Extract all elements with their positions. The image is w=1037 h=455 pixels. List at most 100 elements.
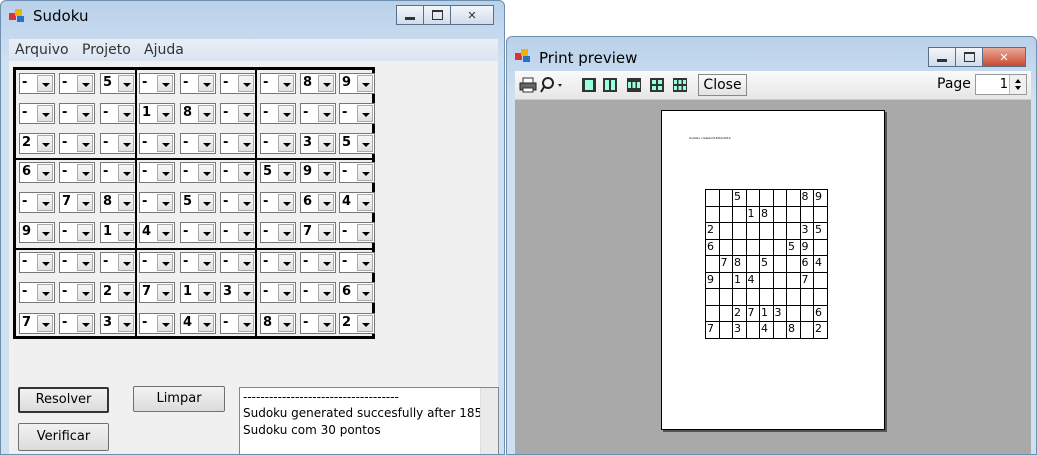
chevron-down-icon[interactable] <box>118 224 134 241</box>
chevron-down-icon[interactable] <box>278 254 294 271</box>
chevron-down-icon[interactable] <box>198 75 214 92</box>
chevron-down-icon[interactable] <box>37 135 53 152</box>
chevron-down-icon[interactable] <box>77 75 93 92</box>
resolver-button[interactable]: Resolver <box>18 387 109 413</box>
chevron-down-icon[interactable] <box>318 105 334 122</box>
cell-combobox[interactable]: - <box>260 103 296 124</box>
one-page-icon[interactable] <box>581 77 597 93</box>
cell-combobox[interactable]: - <box>300 282 336 303</box>
cell-combobox[interactable]: - <box>180 162 216 183</box>
chevron-down-icon[interactable] <box>278 164 294 181</box>
zoom-icon[interactable] <box>540 77 564 93</box>
cell-combobox[interactable]: - <box>260 252 296 273</box>
cell-combobox[interactable]: - <box>339 103 375 124</box>
cell-combobox[interactable]: - <box>339 162 375 183</box>
chevron-down-icon[interactable] <box>357 135 373 152</box>
chevron-down-icon[interactable] <box>198 105 214 122</box>
cell-combobox[interactable]: - <box>260 133 296 154</box>
cell-combobox[interactable]: - <box>220 313 256 334</box>
cell-combobox[interactable]: - <box>19 192 55 213</box>
close-button[interactable]: ✕ <box>450 5 494 25</box>
cell-combobox[interactable]: - <box>300 313 336 334</box>
chevron-down-icon[interactable] <box>238 135 254 152</box>
cell-combobox[interactable]: - <box>139 133 175 154</box>
chevron-down-icon[interactable] <box>157 254 173 271</box>
cell-combobox[interactable]: - <box>220 162 256 183</box>
cell-combobox[interactable]: - <box>260 192 296 213</box>
cell-combobox[interactable]: 6 <box>339 282 375 303</box>
cell-combobox[interactable]: 2 <box>100 282 136 303</box>
chevron-down-icon[interactable] <box>278 194 294 211</box>
cell-combobox[interactable]: - <box>19 73 55 94</box>
cell-combobox[interactable]: 8 <box>100 192 136 213</box>
chevron-down-icon[interactable] <box>318 194 334 211</box>
six-pages-icon[interactable] <box>672 77 688 93</box>
cell-combobox[interactable]: - <box>139 192 175 213</box>
chevron-down-icon[interactable] <box>37 254 53 271</box>
chevron-down-icon[interactable] <box>37 75 53 92</box>
cell-combobox[interactable]: 8 <box>300 73 336 94</box>
chevron-down-icon[interactable] <box>198 164 214 181</box>
page-number-spinner[interactable]: 1 <box>975 74 1027 95</box>
chevron-down-icon[interactable] <box>357 75 373 92</box>
chevron-down-icon[interactable] <box>37 315 53 332</box>
chevron-down-icon[interactable] <box>318 75 334 92</box>
chevron-down-icon[interactable] <box>157 194 173 211</box>
cell-combobox[interactable]: - <box>220 133 256 154</box>
cell-combobox[interactable]: 7 <box>300 222 336 243</box>
cell-combobox[interactable]: - <box>260 73 296 94</box>
cell-combobox[interactable]: - <box>260 282 296 303</box>
chevron-down-icon[interactable] <box>118 315 134 332</box>
cell-combobox[interactable]: - <box>59 103 95 124</box>
chevron-down-icon[interactable] <box>318 224 334 241</box>
cell-combobox[interactable]: 4 <box>339 192 375 213</box>
cell-combobox[interactable]: 7 <box>139 282 175 303</box>
chevron-down-icon[interactable] <box>278 284 294 301</box>
chevron-down-icon[interactable] <box>77 224 93 241</box>
cell-combobox[interactable]: - <box>220 252 256 273</box>
cell-combobox[interactable]: 5 <box>180 192 216 213</box>
chevron-down-icon[interactable] <box>77 284 93 301</box>
cell-combobox[interactable]: - <box>59 252 95 273</box>
chevron-down-icon[interactable] <box>118 284 134 301</box>
chevron-down-icon[interactable] <box>278 75 294 92</box>
cell-combobox[interactable]: - <box>220 222 256 243</box>
chevron-down-icon[interactable] <box>77 194 93 211</box>
cell-combobox[interactable]: - <box>59 282 95 303</box>
cell-combobox[interactable]: 5 <box>260 162 296 183</box>
cell-combobox[interactable]: - <box>100 103 136 124</box>
chevron-down-icon[interactable] <box>198 194 214 211</box>
chevron-down-icon[interactable] <box>37 105 53 122</box>
chevron-down-icon[interactable] <box>118 105 134 122</box>
chevron-down-icon[interactable] <box>118 75 134 92</box>
cell-combobox[interactable]: 2 <box>19 133 55 154</box>
chevron-down-icon[interactable] <box>198 315 214 332</box>
chevron-down-icon[interactable] <box>118 135 134 152</box>
chevron-down-icon[interactable] <box>278 135 294 152</box>
chevron-down-icon[interactable] <box>238 164 254 181</box>
chevron-down-icon[interactable] <box>318 164 334 181</box>
cell-combobox[interactable]: - <box>339 222 375 243</box>
cell-combobox[interactable]: - <box>260 222 296 243</box>
cell-combobox[interactable]: - <box>180 133 216 154</box>
cell-combobox[interactable]: 3 <box>300 133 336 154</box>
cell-combobox[interactable]: 1 <box>180 282 216 303</box>
cell-combobox[interactable]: - <box>59 313 95 334</box>
chevron-down-icon[interactable] <box>118 164 134 181</box>
cell-combobox[interactable]: - <box>139 73 175 94</box>
preview-area[interactable]: Sudoku created 03/02/2012 58918235659785… <box>515 100 1031 454</box>
spinner-buttons[interactable] <box>1009 75 1026 94</box>
cell-combobox[interactable]: 6 <box>19 162 55 183</box>
cell-combobox[interactable]: 5 <box>100 73 136 94</box>
cell-combobox[interactable]: - <box>100 162 136 183</box>
chevron-down-icon[interactable] <box>198 224 214 241</box>
chevron-down-icon[interactable] <box>77 135 93 152</box>
chevron-down-icon[interactable] <box>37 194 53 211</box>
chevron-down-icon[interactable] <box>77 164 93 181</box>
chevron-down-icon[interactable] <box>278 224 294 241</box>
chevron-down-icon[interactable] <box>37 224 53 241</box>
cell-combobox[interactable]: 4 <box>180 313 216 334</box>
cell-combobox[interactable]: - <box>220 73 256 94</box>
cell-combobox[interactable]: - <box>300 103 336 124</box>
chevron-down-icon[interactable] <box>198 254 214 271</box>
